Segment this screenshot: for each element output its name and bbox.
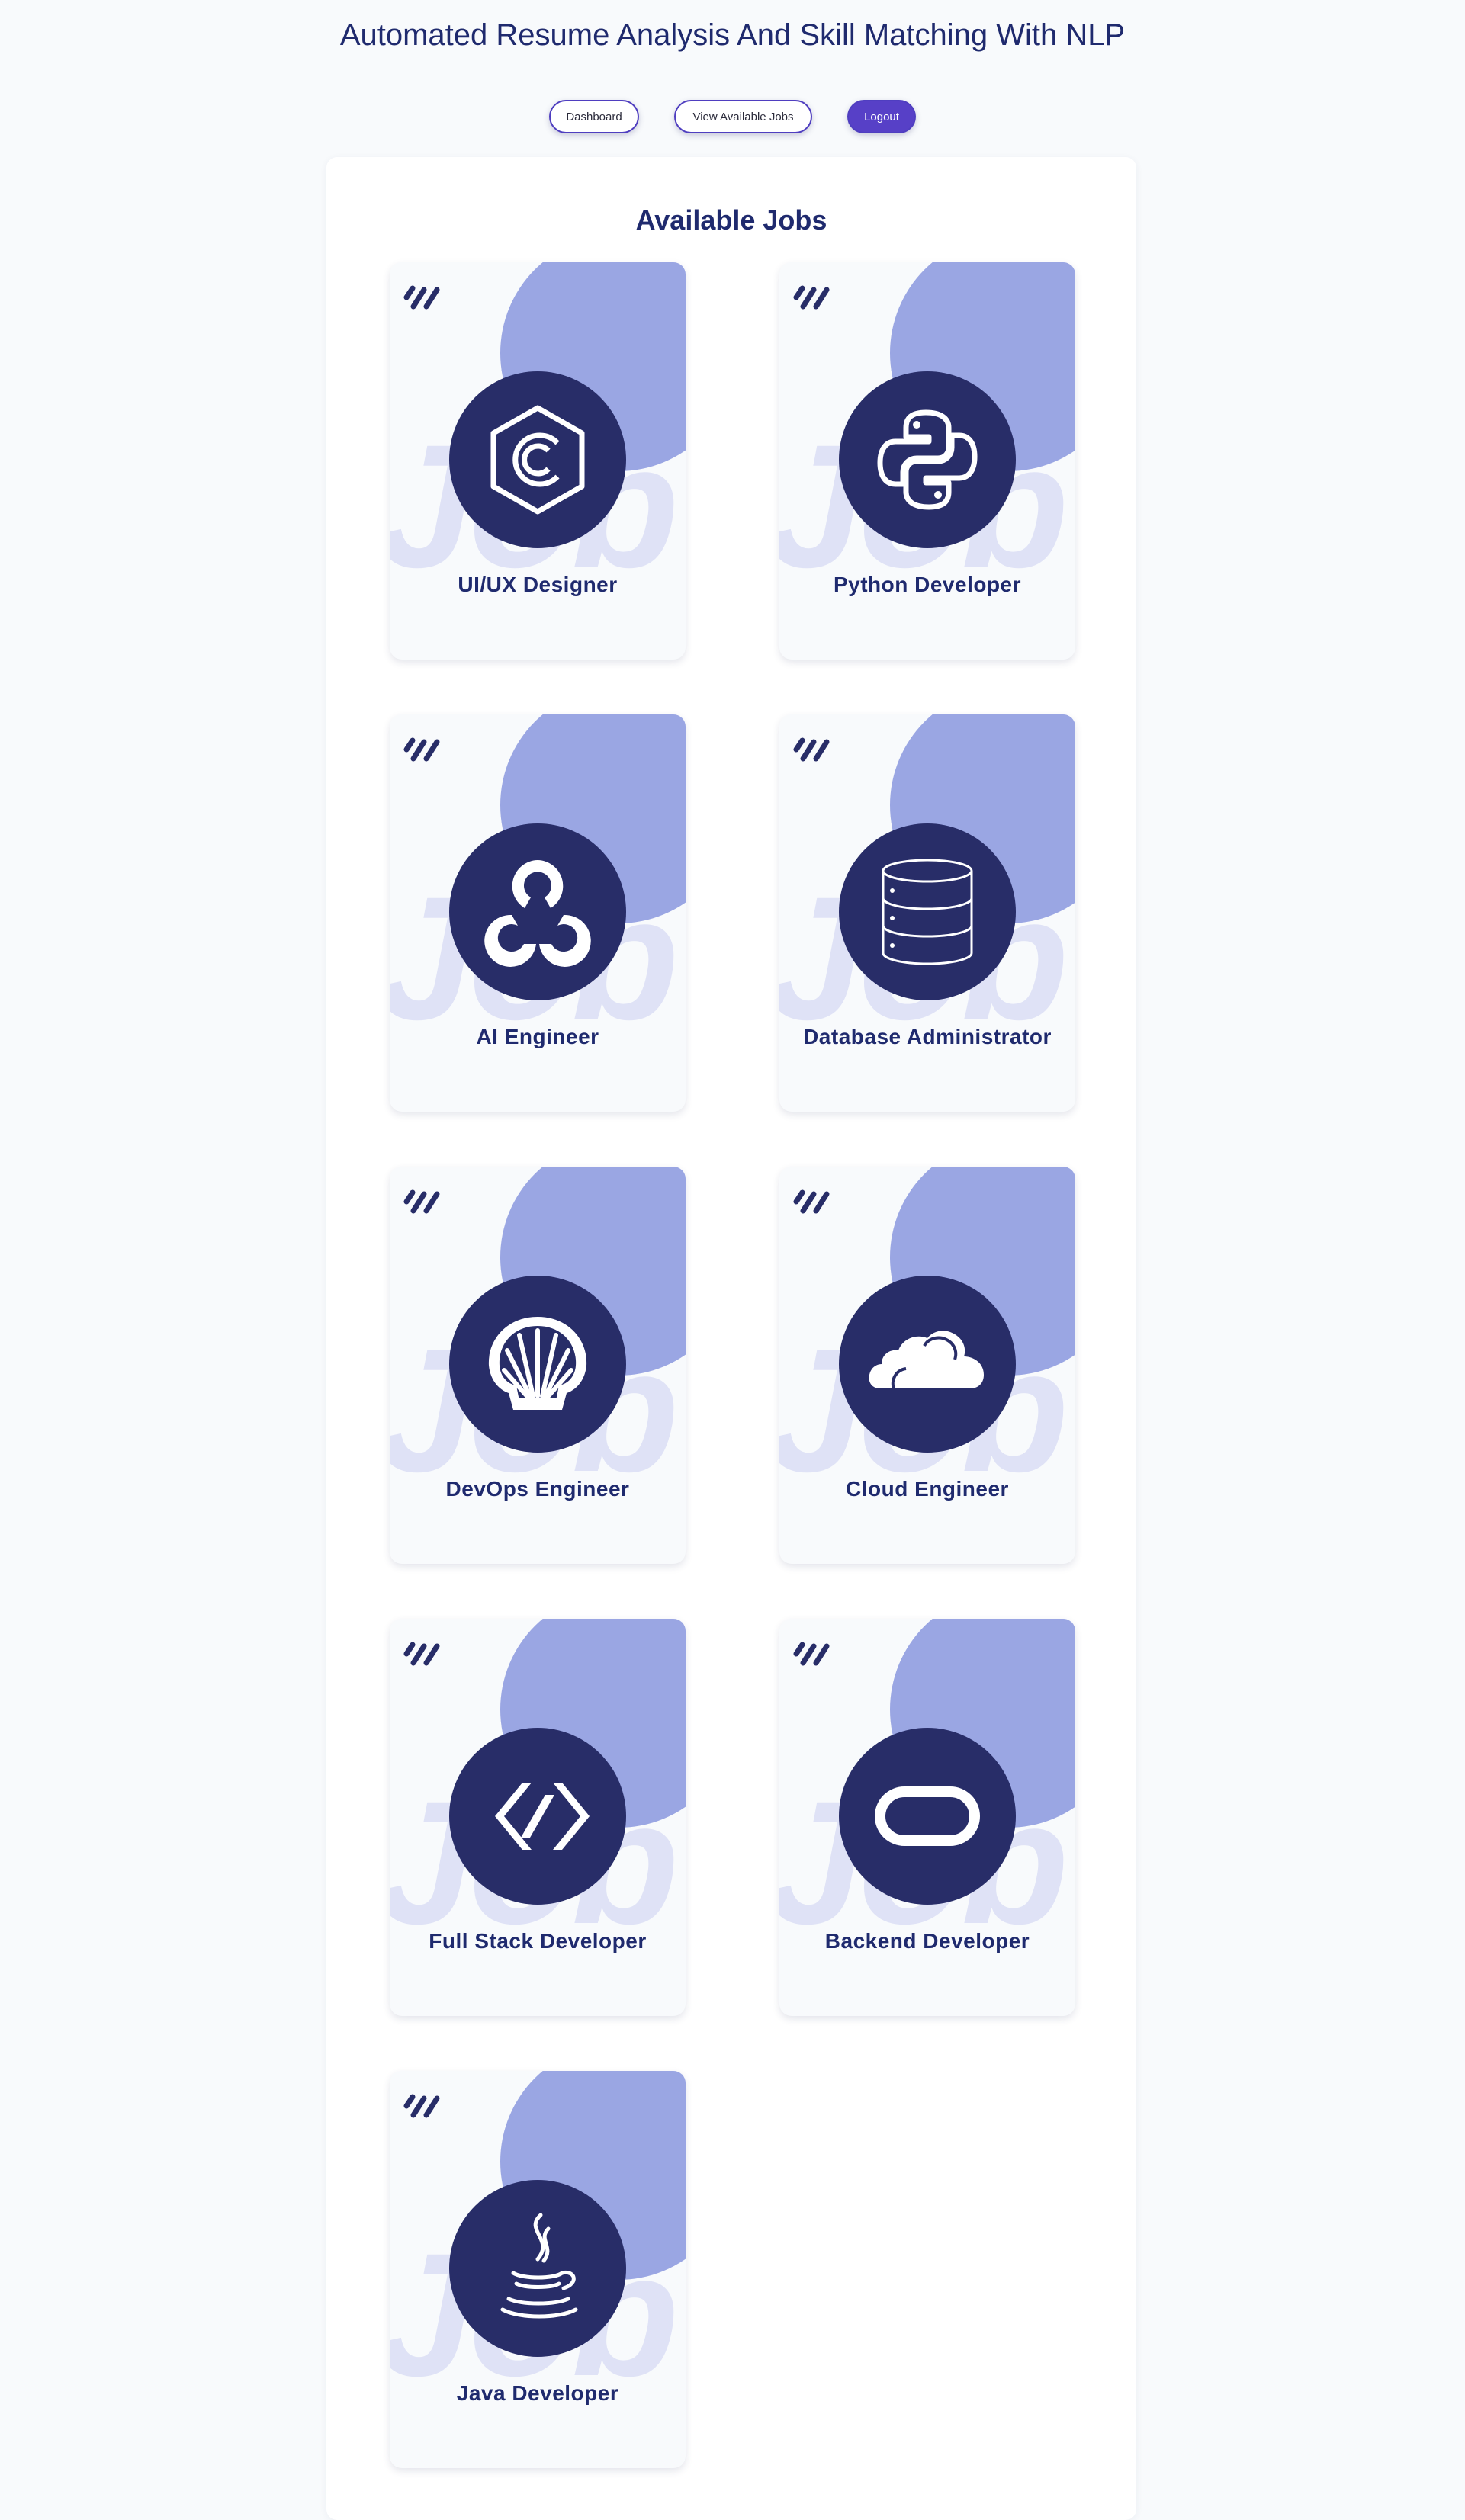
shell-icon <box>488 1317 587 1410</box>
brand-mark-icon <box>793 737 830 762</box>
brand-mark-icon <box>403 2094 440 2118</box>
job-card-backend-developer[interactable]: Job Backend Developer <box>779 1619 1075 2016</box>
brand-mark-icon <box>793 1642 830 1666</box>
job-card-ai-engineer[interactable]: Job AI Engineer <box>390 714 686 1112</box>
job-icon-circle <box>839 371 1016 548</box>
job-title: Database Administrator <box>803 1025 1052 1048</box>
job-card-database-administrator[interactable]: Job Data <box>779 714 1075 1112</box>
job-card-ui-ux-designer[interactable]: Job UI/UX Designer <box>390 262 686 660</box>
jobs-panel: Available Jobs Job UI/UX Designer J <box>326 157 1136 2520</box>
view-available-jobs-button[interactable]: View Available Jobs <box>674 100 812 133</box>
job-title: AI Engineer <box>476 1025 599 1048</box>
job-title: Backend Developer <box>824 1929 1030 1953</box>
logout-button[interactable]: Logout <box>847 100 916 133</box>
database-icon <box>882 859 973 965</box>
job-title: Cloud Engineer <box>846 1477 1009 1501</box>
job-icon-circle <box>449 823 626 1000</box>
dashboard-button[interactable]: Dashboard <box>549 100 639 133</box>
python-icon <box>877 409 978 510</box>
job-card-java-developer[interactable]: Job Java Developer <box>390 2071 686 2468</box>
oracle-icon <box>875 1786 980 1846</box>
brand-mark-icon <box>793 1189 830 1214</box>
job-card-full-stack-developer[interactable]: Job Full Stack Developer <box>390 1619 686 2016</box>
job-icon-circle <box>449 2180 626 2357</box>
job-icon-circle <box>839 1728 1016 1905</box>
cloud-icon <box>869 1331 984 1389</box>
brand-mark-icon <box>403 1189 440 1214</box>
brand-mark-icon <box>403 285 440 310</box>
job-title: DevOps Engineer <box>445 1477 630 1501</box>
hexagon-c-icon <box>490 405 585 515</box>
top-nav: Dashboard View Available Jobs Logout <box>0 100 1465 133</box>
job-card-cloud-engineer[interactable]: Job Cloud Engineer <box>779 1167 1075 1564</box>
brand-mark-icon <box>403 1642 440 1666</box>
section-title: Available Jobs <box>635 204 827 236</box>
java-icon <box>500 2213 578 2319</box>
opencv-icon <box>484 860 591 967</box>
brand-mark-icon <box>793 285 830 310</box>
job-title: Python Developer <box>833 573 1022 596</box>
brand-mark-icon <box>403 737 440 762</box>
job-title: Full Stack Developer <box>429 1929 647 1953</box>
job-icon-circle <box>449 1728 626 1905</box>
code-brackets-icon <box>495 1783 590 1850</box>
job-icon-circle <box>839 823 1016 1000</box>
job-icon-circle <box>839 1276 1016 1453</box>
job-title: UI/UX Designer <box>458 573 618 596</box>
job-icon-circle <box>449 371 626 548</box>
job-icon-circle <box>449 1276 626 1453</box>
job-card-python-developer[interactable]: Job Python Developer <box>779 262 1075 660</box>
job-title: Java Developer <box>456 2381 619 2405</box>
app-title: Automated Resume Analysis And Skill Matc… <box>339 18 1126 52</box>
job-card-devops-engineer[interactable]: Job <box>390 1167 686 1564</box>
